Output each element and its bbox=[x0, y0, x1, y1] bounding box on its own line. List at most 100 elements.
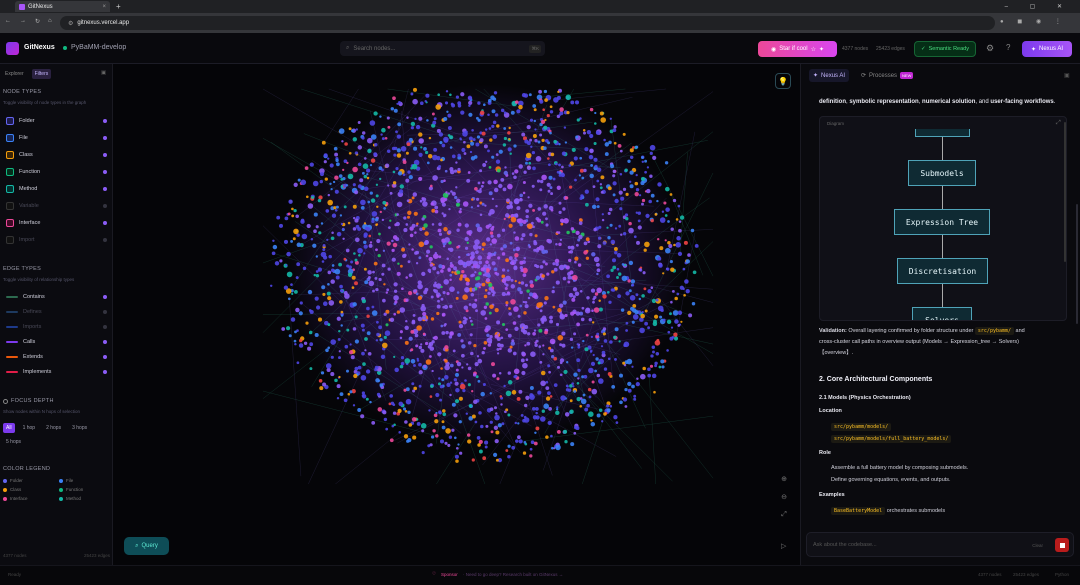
graph-node[interactable] bbox=[322, 382, 327, 387]
toggle-dot[interactable] bbox=[103, 294, 107, 299]
graph-node[interactable] bbox=[396, 271, 401, 276]
graph-node[interactable] bbox=[323, 160, 327, 164]
graph-node[interactable] bbox=[336, 316, 341, 321]
graph-node[interactable] bbox=[610, 164, 615, 169]
graph-node[interactable] bbox=[513, 231, 516, 234]
graph-node[interactable] bbox=[393, 355, 396, 358]
graph-node[interactable] bbox=[468, 100, 473, 106]
star-button[interactable]: ◉ Star if cool ☆ ✦ bbox=[758, 41, 837, 57]
graph-node[interactable] bbox=[361, 131, 366, 135]
graph-node[interactable] bbox=[632, 314, 639, 320]
graph-node[interactable] bbox=[438, 232, 443, 236]
graph-node[interactable] bbox=[609, 404, 613, 408]
graph-node[interactable] bbox=[309, 309, 314, 315]
graph-node[interactable] bbox=[433, 147, 438, 152]
graph-node[interactable] bbox=[487, 274, 491, 278]
graph-node[interactable] bbox=[374, 365, 379, 370]
graph-node[interactable] bbox=[298, 311, 303, 316]
graph-node[interactable] bbox=[339, 284, 343, 289]
graph-node[interactable] bbox=[470, 251, 475, 257]
graph-node[interactable] bbox=[494, 406, 497, 410]
graph-node[interactable] bbox=[664, 161, 669, 165]
graph-node[interactable] bbox=[528, 203, 533, 208]
graph-node[interactable] bbox=[620, 308, 625, 312]
graph-node[interactable] bbox=[325, 363, 332, 369]
graph-node[interactable] bbox=[475, 142, 480, 147]
graph-node[interactable] bbox=[502, 187, 507, 192]
graph-node[interactable] bbox=[662, 272, 665, 275]
graph-node[interactable] bbox=[687, 253, 691, 257]
graph-node[interactable] bbox=[321, 140, 326, 145]
graph-node[interactable] bbox=[659, 217, 666, 223]
ask-input[interactable]: Ask about the codebase... Clear bbox=[806, 532, 1074, 557]
graph-node[interactable] bbox=[375, 194, 379, 198]
graph-node[interactable] bbox=[384, 204, 388, 207]
graph-node[interactable] bbox=[514, 198, 520, 204]
edge-type-extends[interactable]: Extends bbox=[3, 350, 109, 363]
graph-node[interactable] bbox=[566, 361, 569, 364]
graph-node[interactable] bbox=[528, 93, 532, 97]
graph-node[interactable] bbox=[543, 403, 549, 410]
graph-node[interactable] bbox=[555, 162, 558, 166]
graph-node[interactable] bbox=[511, 172, 515, 175]
graph-node[interactable] bbox=[594, 292, 599, 296]
graph-node[interactable] bbox=[602, 332, 606, 336]
graph-node[interactable] bbox=[370, 198, 376, 203]
graph-node[interactable] bbox=[330, 236, 335, 241]
graph-node[interactable] bbox=[510, 278, 514, 282]
graph-node[interactable] bbox=[505, 258, 509, 263]
graph-node[interactable] bbox=[609, 117, 612, 120]
graph-node[interactable] bbox=[563, 264, 567, 267]
graph-node[interactable] bbox=[525, 152, 532, 159]
graph-node[interactable] bbox=[354, 258, 358, 262]
graph-node[interactable] bbox=[501, 268, 506, 272]
graph-node[interactable] bbox=[293, 339, 297, 343]
graph-node[interactable] bbox=[491, 124, 495, 129]
graph-node[interactable] bbox=[498, 149, 503, 154]
graph-node[interactable] bbox=[448, 207, 451, 211]
graph-node[interactable] bbox=[590, 361, 596, 366]
graph-node[interactable] bbox=[400, 264, 403, 268]
graph-node[interactable] bbox=[471, 198, 474, 201]
graph-node[interactable] bbox=[655, 352, 660, 356]
graph-node[interactable] bbox=[669, 260, 673, 264]
graph-node[interactable] bbox=[405, 319, 408, 323]
graph-node[interactable] bbox=[348, 127, 352, 131]
graph-node[interactable] bbox=[502, 244, 508, 249]
graph-node[interactable] bbox=[467, 366, 472, 371]
graph-node[interactable] bbox=[487, 252, 492, 257]
graph-node[interactable] bbox=[453, 266, 457, 271]
graph-node[interactable] bbox=[591, 204, 597, 210]
graph-node[interactable] bbox=[385, 291, 388, 294]
graph-node[interactable] bbox=[603, 339, 608, 343]
graph-node[interactable] bbox=[465, 412, 469, 415]
graph-node[interactable] bbox=[627, 388, 632, 393]
graph-node[interactable] bbox=[407, 290, 413, 296]
toggle-dot[interactable] bbox=[103, 169, 107, 174]
graph-node[interactable] bbox=[545, 396, 551, 401]
graph-node[interactable] bbox=[345, 184, 349, 187]
graph-node[interactable] bbox=[424, 341, 429, 346]
graph-node[interactable] bbox=[524, 283, 528, 287]
graph-node[interactable] bbox=[433, 335, 438, 341]
graph-node[interactable] bbox=[322, 243, 326, 248]
graph-node[interactable] bbox=[582, 393, 586, 397]
graph-node[interactable] bbox=[481, 202, 485, 206]
graph-node[interactable] bbox=[499, 395, 503, 398]
graph-node[interactable] bbox=[579, 289, 583, 293]
graph-node[interactable] bbox=[345, 248, 350, 253]
graph-node[interactable] bbox=[572, 287, 578, 292]
graph-node[interactable] bbox=[549, 131, 552, 135]
graph-node[interactable] bbox=[507, 454, 511, 459]
tab-filters[interactable]: Filters bbox=[31, 69, 52, 79]
graph-node[interactable] bbox=[557, 231, 561, 234]
graph-node[interactable] bbox=[476, 264, 481, 269]
graph-node[interactable] bbox=[590, 419, 593, 422]
graph-node[interactable] bbox=[470, 141, 475, 146]
graph-node[interactable] bbox=[417, 280, 422, 285]
node-type-interface[interactable]: Interface bbox=[3, 216, 109, 229]
graph-node[interactable] bbox=[540, 380, 546, 387]
graph-node[interactable] bbox=[648, 199, 652, 204]
graph-node[interactable] bbox=[459, 451, 463, 455]
graph-node[interactable] bbox=[449, 331, 454, 336]
